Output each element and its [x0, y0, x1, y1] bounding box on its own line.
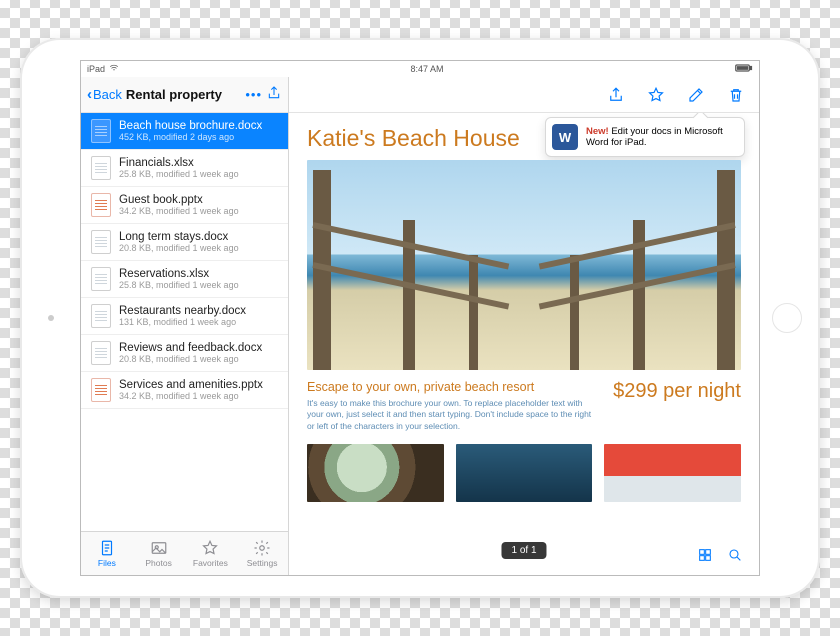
- clock: 8:47 AM: [119, 64, 735, 74]
- file-name: Financials.xlsx: [119, 157, 239, 169]
- tab-photos[interactable]: Photos: [133, 532, 185, 575]
- tab-bar: Files Photos Favorites Settings: [81, 531, 288, 575]
- tab-files[interactable]: Files: [81, 532, 133, 575]
- page-indicator: 1 of 1: [501, 542, 546, 559]
- xlsx-file-icon: [91, 156, 111, 180]
- file-meta: 34.2 KB, modified 1 week ago: [119, 391, 263, 401]
- view-controls: [691, 543, 749, 567]
- pptx-file-icon: [91, 378, 111, 402]
- grid-view-icon[interactable]: [697, 547, 713, 563]
- file-row[interactable]: Beach house brochure.docx452 KB, modifie…: [81, 113, 288, 150]
- sidebar-header: ‹ Back Rental property •••: [81, 77, 288, 113]
- status-bar: iPad 8:47 AM: [81, 61, 759, 77]
- file-name: Guest book.pptx: [119, 194, 239, 206]
- tab-settings[interactable]: Settings: [236, 532, 288, 575]
- thumbnail-2: [456, 444, 593, 502]
- file-name: Reservations.xlsx: [119, 268, 239, 280]
- gear-icon: [253, 539, 271, 557]
- file-row[interactable]: Reviews and feedback.docx20.8 KB, modifi…: [81, 335, 288, 372]
- file-meta: 20.8 KB, modified 1 week ago: [119, 243, 239, 253]
- star-icon[interactable]: [647, 86, 665, 104]
- tab-label: Favorites: [193, 558, 228, 568]
- thumbnail-row: [307, 444, 741, 502]
- ipad-camera: [48, 315, 54, 321]
- file-list[interactable]: Beach house brochure.docx452 KB, modifie…: [81, 113, 288, 531]
- trash-icon[interactable]: [727, 86, 745, 104]
- app: ‹ Back Rental property ••• Beach house b…: [81, 77, 759, 575]
- file-meta: 25.8 KB, modified 1 week ago: [119, 280, 239, 290]
- battery-icon: [735, 63, 753, 75]
- document-body[interactable]: Katie's Beach House W New! Edit your doc…: [289, 113, 759, 575]
- more-icon[interactable]: •••: [245, 87, 262, 102]
- callout-text: New! Edit your docs in Microsoft Word fo…: [586, 126, 734, 148]
- file-meta: 20.8 KB, modified 1 week ago: [119, 354, 262, 364]
- device-label: iPad: [87, 64, 105, 74]
- tab-favorites[interactable]: Favorites: [185, 532, 237, 575]
- tab-label: Photos: [145, 558, 171, 568]
- file-name: Restaurants nearby.docx: [119, 305, 246, 317]
- thumbnail-3: [604, 444, 741, 502]
- share-icon[interactable]: [607, 86, 625, 104]
- file-meta: 131 KB, modified 1 week ago: [119, 317, 246, 327]
- folder-title: Rental property: [126, 87, 222, 102]
- search-icon[interactable]: [727, 547, 743, 563]
- word-app-icon: W: [552, 124, 578, 150]
- back-label: Back: [93, 87, 122, 102]
- star-icon: [201, 539, 219, 557]
- file-row[interactable]: Guest book.pptx34.2 KB, modified 1 week …: [81, 187, 288, 224]
- home-button[interactable]: [772, 303, 802, 333]
- file-row[interactable]: Reservations.xlsx25.8 KB, modified 1 wee…: [81, 261, 288, 298]
- document-pane: Katie's Beach House W New! Edit your doc…: [289, 77, 759, 575]
- document-body-text: It's easy to make this brochure your own…: [307, 398, 599, 432]
- hero-image: [307, 160, 741, 370]
- file-name: Services and amenities.pptx: [119, 379, 263, 391]
- xlsx-file-icon: [91, 267, 111, 291]
- photo-icon: [150, 539, 168, 557]
- pptx-file-icon: [91, 193, 111, 217]
- file-row[interactable]: Long term stays.docx20.8 KB, modified 1 …: [81, 224, 288, 261]
- compose-icon[interactable]: [687, 86, 705, 104]
- document-subtitle: Escape to your own, private beach resort: [307, 380, 599, 394]
- tab-label: Settings: [247, 558, 278, 568]
- file-icon: [98, 539, 116, 557]
- file-row[interactable]: Services and amenities.pptx34.2 KB, modi…: [81, 372, 288, 409]
- share-icon[interactable]: [266, 85, 282, 105]
- document-toolbar: [289, 77, 759, 113]
- thumbnail-1: [307, 444, 444, 502]
- ipad-frame: iPad 8:47 AM ‹ Back Rental property •••: [20, 38, 820, 598]
- sidebar: ‹ Back Rental property ••• Beach house b…: [81, 77, 289, 575]
- wifi-icon: [109, 63, 119, 75]
- file-name: Reviews and feedback.docx: [119, 342, 262, 354]
- document-sub: Escape to your own, private beach resort…: [307, 380, 741, 432]
- file-meta: 25.8 KB, modified 1 week ago: [119, 169, 239, 179]
- price: $299 per night: [613, 380, 741, 403]
- back-button[interactable]: ‹ Back: [87, 86, 122, 103]
- docx-file-icon: [91, 304, 111, 328]
- screen: iPad 8:47 AM ‹ Back Rental property •••: [80, 60, 760, 576]
- file-row[interactable]: Restaurants nearby.docx131 KB, modified …: [81, 298, 288, 335]
- docx-file-icon: [91, 341, 111, 365]
- file-name: Long term stays.docx: [119, 231, 239, 243]
- file-row[interactable]: Financials.xlsx25.8 KB, modified 1 week …: [81, 150, 288, 187]
- tab-label: Files: [98, 558, 116, 568]
- file-meta: 34.2 KB, modified 1 week ago: [119, 206, 239, 216]
- file-name: Beach house brochure.docx: [119, 120, 262, 132]
- docx-file-icon: [91, 119, 111, 143]
- docx-file-icon: [91, 230, 111, 254]
- file-meta: 452 KB, modified 2 days ago: [119, 132, 262, 142]
- chevron-left-icon: ‹: [87, 86, 92, 103]
- word-callout[interactable]: W New! Edit your docs in Microsoft Word …: [545, 117, 745, 157]
